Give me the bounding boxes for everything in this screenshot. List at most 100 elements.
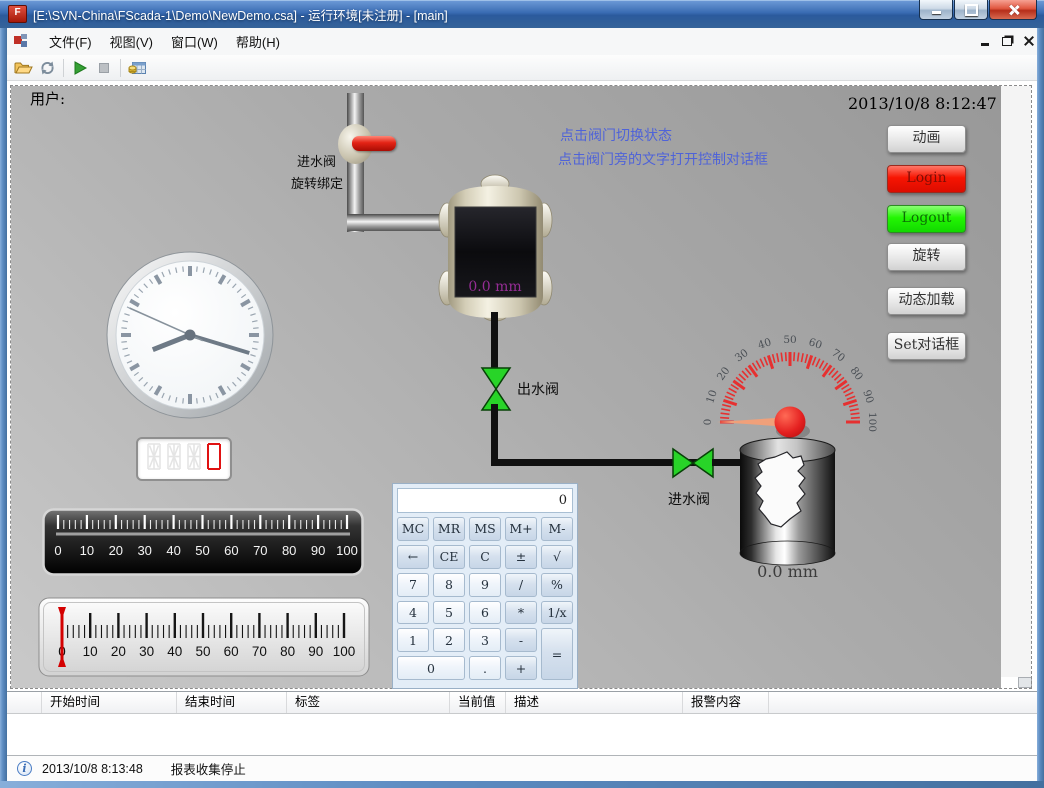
tank1-vessel: 0.0 mm	[438, 174, 553, 327]
open-file-icon	[14, 60, 33, 76]
calc-key-MC[interactable]: MC	[397, 517, 429, 541]
calc-key-M-[interactable]: M-	[541, 517, 573, 541]
menu-item-help[interactable]: 帮助(H)	[227, 28, 289, 55]
inlet-valve-bottom-label[interactable]: 进水阀	[668, 489, 710, 509]
close-button[interactable]	[989, 0, 1037, 20]
calc-key-±[interactable]: ±	[505, 545, 537, 569]
outlet-valve-label[interactable]: 出水阀	[517, 379, 559, 399]
svg-text:70: 70	[252, 644, 267, 659]
mdi-close-button[interactable]	[1022, 34, 1036, 48]
svg-text:80: 80	[848, 365, 866, 383]
menu-item-window[interactable]: 窗口(W)	[162, 28, 227, 55]
alarm-table: 开始时间结束时间标签当前值描述报警内容	[7, 691, 1037, 755]
app-icon: F	[8, 5, 27, 23]
svg-text:40: 40	[166, 543, 180, 558]
toolbar-refresh-button[interactable]	[35, 57, 59, 79]
toolbar-run-button[interactable]	[68, 57, 92, 79]
calc-key-*[interactable]: *	[505, 601, 537, 625]
animate-button[interactable]: 动画	[887, 125, 966, 153]
calc-key-C[interactable]: C	[469, 545, 501, 569]
calculator: 0 MCMRMSM+M- ←CEC±√ 789/% 456*1/x 123-= 0.+	[392, 483, 578, 689]
run-icon	[72, 60, 88, 76]
calc-key-1[interactable]: 1	[397, 628, 429, 652]
set-dialog-button[interactable]: Set对话框	[887, 332, 966, 360]
calc-key-7[interactable]: 7	[397, 573, 429, 597]
toolbar-separator	[120, 59, 121, 77]
inlet-valve-binding-label[interactable]: 旋转绑定	[291, 173, 343, 192]
window-border-left	[0, 28, 7, 781]
calc-key-MR[interactable]: MR	[433, 517, 465, 541]
radial-gauge: 0102030405060708090100	[693, 328, 888, 445]
calc-key-1/x[interactable]: 1/x	[541, 601, 573, 625]
svg-text:10: 10	[704, 388, 720, 404]
titlebar: F [E:\SVN-China\FScada-1\Demo\NewDemo.cs…	[0, 0, 1044, 28]
calc-key-/[interactable]: /	[505, 573, 537, 597]
tank2-value: 0.0 mm	[735, 562, 840, 581]
linear-gauge-light: 0102030405060708090100	[38, 597, 370, 682]
svg-text:40: 40	[756, 336, 772, 352]
alarm-column-header-3[interactable]: 标签	[287, 692, 450, 713]
statusbar-time: 2013/10/8 8:13:48	[42, 762, 143, 776]
alarm-column-header-4[interactable]: 当前值	[450, 692, 506, 713]
toolbar-stop-button[interactable]	[92, 57, 116, 79]
alarm-column-header-6[interactable]: 报警内容	[683, 692, 769, 713]
digit-off	[165, 441, 183, 477]
digit-value	[205, 441, 223, 477]
logout-button[interactable]: Logout	[887, 205, 966, 233]
calc-key-0[interactable]: 0	[397, 656, 465, 680]
inlet-valve-bottom[interactable]	[671, 446, 715, 485]
outlet-pipe-2	[491, 404, 498, 464]
calc-key-2[interactable]: 2	[433, 628, 465, 652]
mdi-minimize-button[interactable]	[978, 34, 992, 48]
alarm-column-header-0[interactable]	[7, 692, 42, 713]
calc-key-.[interactable]: .	[469, 656, 501, 680]
calc-key-√[interactable]: √	[541, 545, 573, 569]
calc-key-3[interactable]: 3	[469, 628, 501, 652]
menu-item-view[interactable]: 视图(V)	[101, 28, 162, 55]
maximize-button[interactable]	[954, 0, 988, 20]
inlet-valve-handle[interactable]	[352, 136, 396, 151]
svg-text:0: 0	[54, 543, 61, 558]
calc-key-MS[interactable]: MS	[469, 517, 501, 541]
dynamic-load-button[interactable]: 动态加载	[887, 287, 966, 315]
svg-text:80: 80	[282, 543, 296, 558]
calc-key--[interactable]: -	[505, 628, 537, 652]
calc-key-M+[interactable]: M+	[505, 517, 537, 541]
svg-text:60: 60	[224, 543, 238, 558]
login-button[interactable]: Login	[887, 165, 966, 193]
calc-key-6[interactable]: 6	[469, 601, 501, 625]
calc-key-9[interactable]: 9	[469, 573, 501, 597]
linear-gauge-dark: 0102030405060708090100	[42, 508, 364, 581]
calc-key-+[interactable]: +	[505, 656, 537, 680]
mdi-restore-button[interactable]	[1000, 34, 1014, 48]
window-border-bottom	[0, 781, 1044, 788]
svg-text:30: 30	[733, 347, 751, 365]
calc-key-8[interactable]: 8	[433, 573, 465, 597]
toolbar-open-file-button[interactable]	[11, 57, 35, 79]
svg-text:40: 40	[167, 644, 182, 659]
minimize-button[interactable]	[919, 0, 953, 20]
alarm-column-header-1[interactable]: 开始时间	[42, 692, 177, 713]
hint-text-1: 点击阀门切换状态	[560, 125, 672, 145]
alarm-column-header-5[interactable]: 描述	[506, 692, 683, 713]
svg-text:70: 70	[253, 543, 267, 558]
report-view-icon	[128, 60, 147, 76]
mdi-close-icon	[1024, 36, 1034, 46]
calc-key-4[interactable]: 4	[397, 601, 429, 625]
toolbar-report-view-button[interactable]	[125, 57, 149, 79]
calculator-display: 0	[397, 488, 573, 513]
calc-key-CE[interactable]: CE	[433, 545, 465, 569]
calc-key-5[interactable]: 5	[433, 601, 465, 625]
mdi-minimize-icon	[981, 43, 989, 46]
svg-text:60: 60	[224, 644, 239, 659]
menu-item-file[interactable]: 文件(F)	[40, 28, 101, 55]
digital-display	[136, 437, 232, 481]
calc-key-=[interactable]: =	[541, 628, 573, 680]
rotate-button[interactable]: 旋转	[887, 243, 966, 271]
calc-key-%[interactable]: %	[541, 573, 573, 597]
svg-text:90: 90	[311, 543, 325, 558]
inlet-valve-label[interactable]: 进水阀	[297, 151, 336, 170]
alarm-column-header-2[interactable]: 结束时间	[177, 692, 287, 713]
calc-key-←[interactable]: ←	[397, 545, 429, 569]
close-icon	[1008, 4, 1019, 15]
